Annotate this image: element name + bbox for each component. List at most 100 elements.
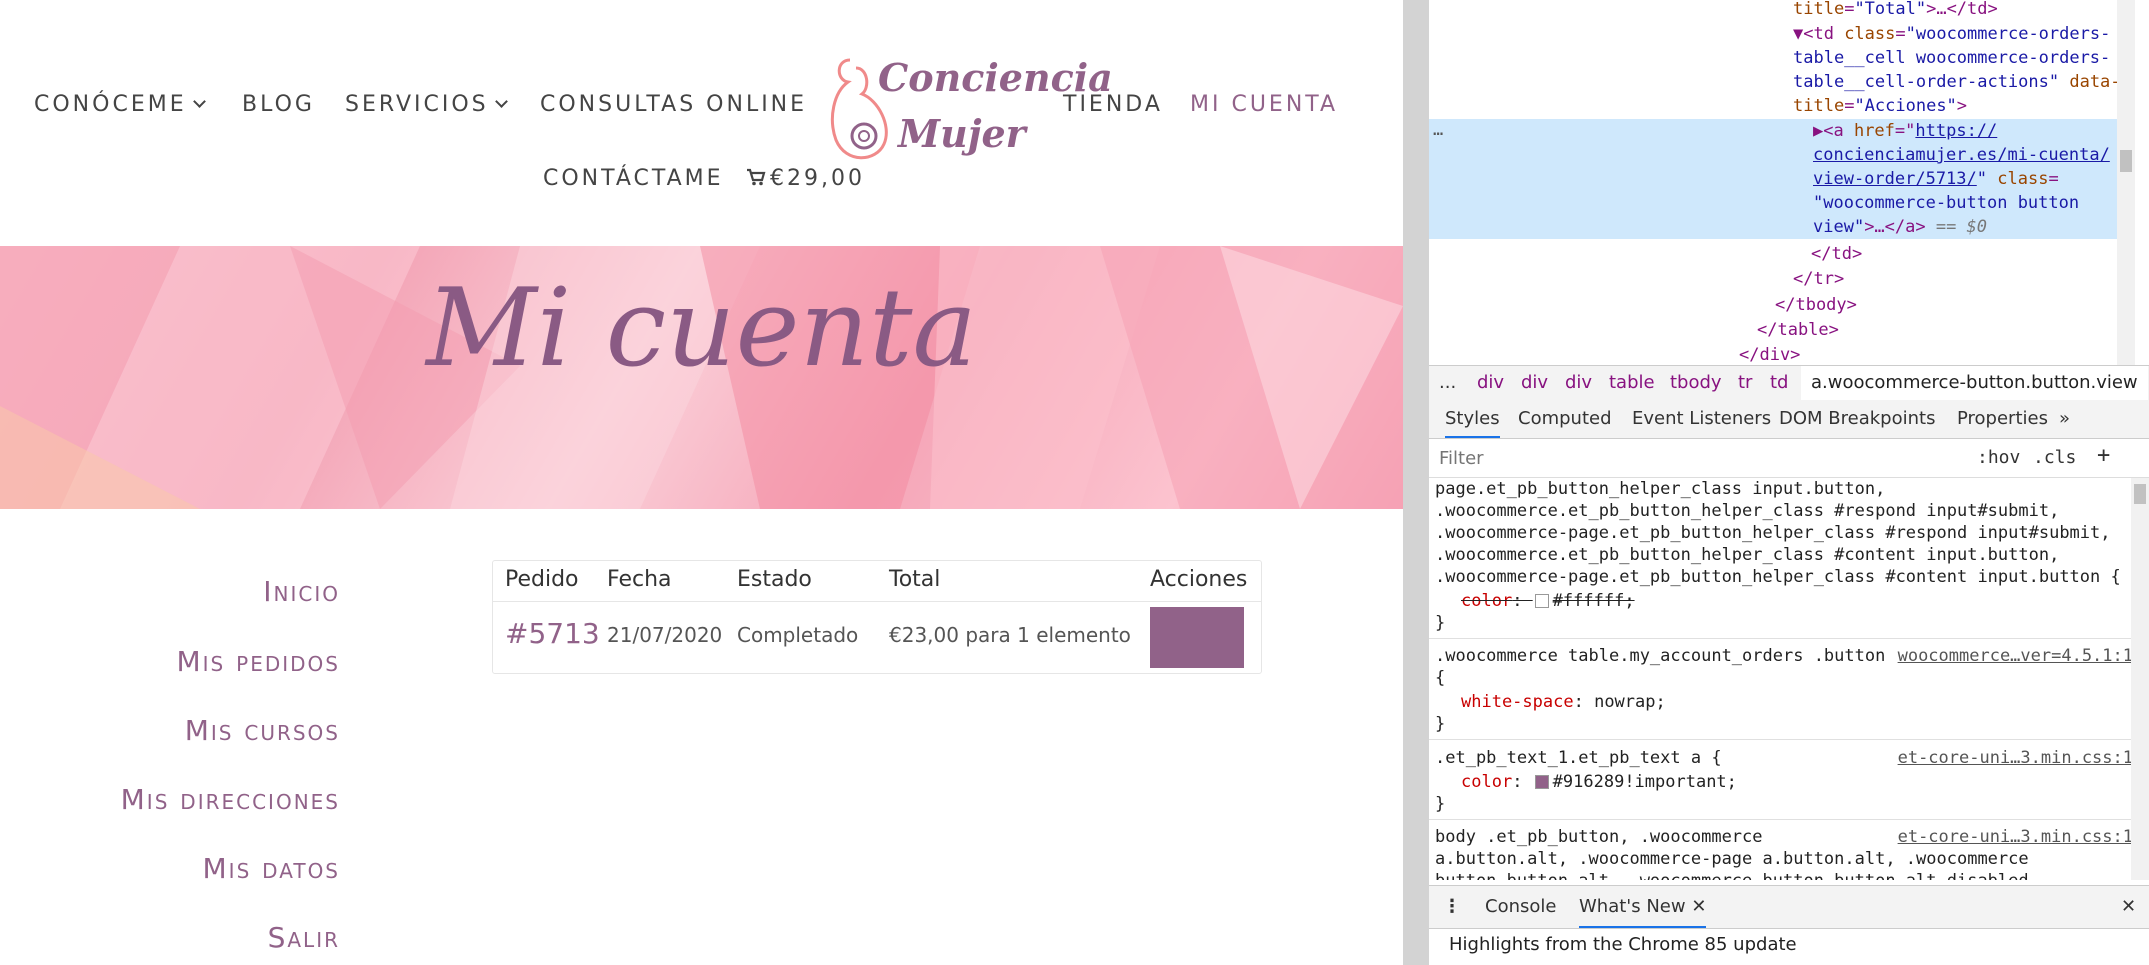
order-total: €23,00 para 1 elemento <box>889 623 1131 647</box>
color-swatch-icon[interactable] <box>1534 775 1549 789</box>
tree-line[interactable]: ▼<td class="woocommerce-orders- <box>1793 22 2110 46</box>
scrollbar-thumb[interactable] <box>2134 484 2146 504</box>
scrollbar-thumb[interactable] <box>2120 150 2132 172</box>
source-link[interactable]: et-core-uni…3.min.css:1 <box>1898 747 2133 769</box>
href-link[interactable]: view-order/5713/ <box>1813 169 1977 189</box>
nav-contactame[interactable]: CONTÁCTAME <box>543 166 724 191</box>
nav-tienda[interactable]: TIENDA <box>1063 92 1163 117</box>
tree-line: </table> <box>1757 320 1839 340</box>
tab-dom-breakpoints[interactable]: DOM Breakpoints <box>1779 408 1935 429</box>
tab-whats-new[interactable]: What's New ✕ <box>1579 896 1707 928</box>
rule-close: } <box>1435 613 1446 633</box>
breadcrumb-item[interactable]: div <box>1477 372 1504 393</box>
header-estado: Estado <box>737 567 812 592</box>
rule-separator <box>1429 819 2135 820</box>
chevron-down-icon <box>494 95 508 108</box>
breadcrumb-item[interactable]: td <box>1770 372 1788 393</box>
account-nav-mis-direcciones[interactable]: Mis direcciones <box>121 783 340 816</box>
rule-separator <box>1429 739 2135 740</box>
cart-link[interactable]: €29,00 <box>746 166 865 191</box>
order-date: 21/07/2020 <box>607 623 723 647</box>
style-declaration[interactable]: white-space: nowrap; <box>1461 691 1666 713</box>
close-tab-icon[interactable]: ✕ <box>1691 896 1706 917</box>
tab-computed[interactable]: Computed <box>1518 408 1612 429</box>
rule-selector: .woocommerce.et_pb_button_helper_class #… <box>1435 501 2060 521</box>
rule-selector: .woocommerce.et_pb_button_helper_class #… <box>1435 545 2060 565</box>
orders-table: Pedido Fecha Estado Total Acciones #5713… <box>492 560 1262 674</box>
tree-line: </div> <box>1739 345 1801 365</box>
tree-line: table__cell woocommerce-orders- <box>1793 48 2111 68</box>
nav-consultas-online[interactable]: CONSULTAS ONLINE <box>540 92 807 117</box>
nav-mi-cuenta[interactable]: MI CUENTA <box>1190 92 1338 117</box>
rule-separator <box>1429 638 2135 639</box>
tree-line: table__cell-order-actions" data- <box>1793 72 2121 92</box>
rule-selector: .woocommerce table.my_account_orders .bu… <box>1435 646 1886 666</box>
styles-filter-input[interactable] <box>1437 444 1971 472</box>
rule-selector: .et_pb_text_1.et_pb_text a { <box>1435 748 1722 768</box>
header-fecha: Fecha <box>607 567 672 592</box>
breadcrumb-item[interactable]: tr <box>1738 372 1752 393</box>
tab-console[interactable]: Console <box>1485 896 1556 917</box>
elements-tree: title="Total">…</td> ▼<td class="woocomm… <box>1429 0 2135 365</box>
pane-divider[interactable] <box>1403 0 1429 965</box>
order-status: Completado <box>737 623 859 647</box>
tab-event-listeners[interactable]: Event Listeners <box>1632 408 1771 429</box>
breadcrumb-item[interactable]: div <box>1521 372 1548 393</box>
tree-line: </tr> <box>1793 269 1845 289</box>
breadcrumb-more[interactable]: ... <box>1439 372 1456 393</box>
href-link[interactable]: concienciamujer.es/mi-cuenta/ <box>1813 145 2110 165</box>
account-nav-inicio[interactable]: Inicio <box>263 575 340 608</box>
nav-conoceme[interactable]: CONÓCEME <box>34 92 206 117</box>
styles-subtabs: Styles Computed Event Listeners DOM Brea… <box>1429 400 2149 439</box>
tree-line-selected: "woocommerce-button button <box>1813 193 2080 213</box>
source-link[interactable]: et-core-uni…3.min.css:1 <box>1898 826 2133 848</box>
website-viewport: CONÓCEME BLOG SERVICIOS CONSULTAS ONLINE… <box>0 0 1403 965</box>
close-drawer-icon[interactable]: ✕ <box>2121 896 2136 917</box>
style-declaration[interactable]: color: #916289!important; <box>1461 771 1737 793</box>
styles-filter-bar: :hov .cls + <box>1429 439 2149 478</box>
tree-line-selected: view-order/5713/" class= <box>1813 169 2059 189</box>
rule-selector: page.et_pb_button_helper_class input.but… <box>1435 479 1886 499</box>
nav-servicios-label: SERVICIOS <box>345 92 489 117</box>
order-number-link[interactable]: #5713 <box>505 617 600 650</box>
tab-whats-new-label: What's New <box>1579 896 1686 917</box>
color-swatch-icon[interactable] <box>1534 594 1549 608</box>
tree-line-selected: concienciamujer.es/mi-cuenta/ <box>1813 143 2110 167</box>
chevron-down-icon <box>192 95 206 108</box>
tab-styles[interactable]: Styles <box>1445 408 1500 438</box>
breadcrumb-selected[interactable]: a.woocommerce-button.button.view <box>1801 366 2148 400</box>
hov-toggle[interactable]: :hov <box>1977 447 2020 468</box>
tree-line-selected[interactable]: ▶<a href="https:// <box>1813 119 1997 143</box>
rule-selector: button.button.alt, .woocommerce button.b… <box>1435 870 2039 880</box>
cls-toggle[interactable]: .cls <box>2033 447 2076 468</box>
rule-selector: a.button.alt, .woocommerce-page a.button… <box>1435 849 2029 869</box>
node-options-icon[interactable]: … <box>1433 118 1443 142</box>
view-order-button[interactable] <box>1150 607 1244 668</box>
devtools-panel: title="Total">…</td> ▼<td class="woocomm… <box>1429 0 2149 965</box>
styles-scrollbar[interactable] <box>2131 478 2149 880</box>
nav-blog[interactable]: BLOG <box>242 92 315 117</box>
account-nav-mis-pedidos[interactable]: Mis pedidos <box>177 645 341 678</box>
account-nav-mis-datos[interactable]: Mis datos <box>203 852 340 885</box>
nav-servicios[interactable]: SERVICIOS <box>345 92 508 117</box>
page-banner: Mi cuenta <box>0 246 1403 509</box>
header-pedido: Pedido <box>505 567 579 592</box>
breadcrumb-item[interactable]: tbody <box>1670 372 1722 393</box>
account-nav-mis-cursos[interactable]: Mis cursos <box>185 714 340 747</box>
rule-open: { <box>1435 668 1446 688</box>
more-tabs-icon[interactable]: » <box>2059 408 2070 429</box>
elements-scrollbar[interactable] <box>2117 0 2135 365</box>
account-nav-salir[interactable]: Salir <box>268 921 340 954</box>
source-link[interactable]: woocommerce…ver=4.5.1:1 <box>1898 645 2133 667</box>
whats-new-content: Highlights from the Chrome 85 update <box>1449 934 1797 955</box>
style-declaration[interactable]: color: #ffffff; <box>1461 590 1635 612</box>
breadcrumb-item[interactable]: table <box>1609 372 1655 393</box>
rule-close: } <box>1435 794 1446 814</box>
new-rule-icon[interactable]: + <box>2097 443 2110 468</box>
nav-conoceme-label: CONÓCEME <box>34 92 187 117</box>
drawer-menu-icon[interactable]: ⋮ <box>1443 896 1461 917</box>
tab-properties[interactable]: Properties <box>1957 408 2048 429</box>
breadcrumb-item[interactable]: div <box>1565 372 1592 393</box>
rule-selector: body .et_pb_button, .woocommerce <box>1435 827 1763 847</box>
href-link[interactable]: https:// <box>1915 121 1997 141</box>
